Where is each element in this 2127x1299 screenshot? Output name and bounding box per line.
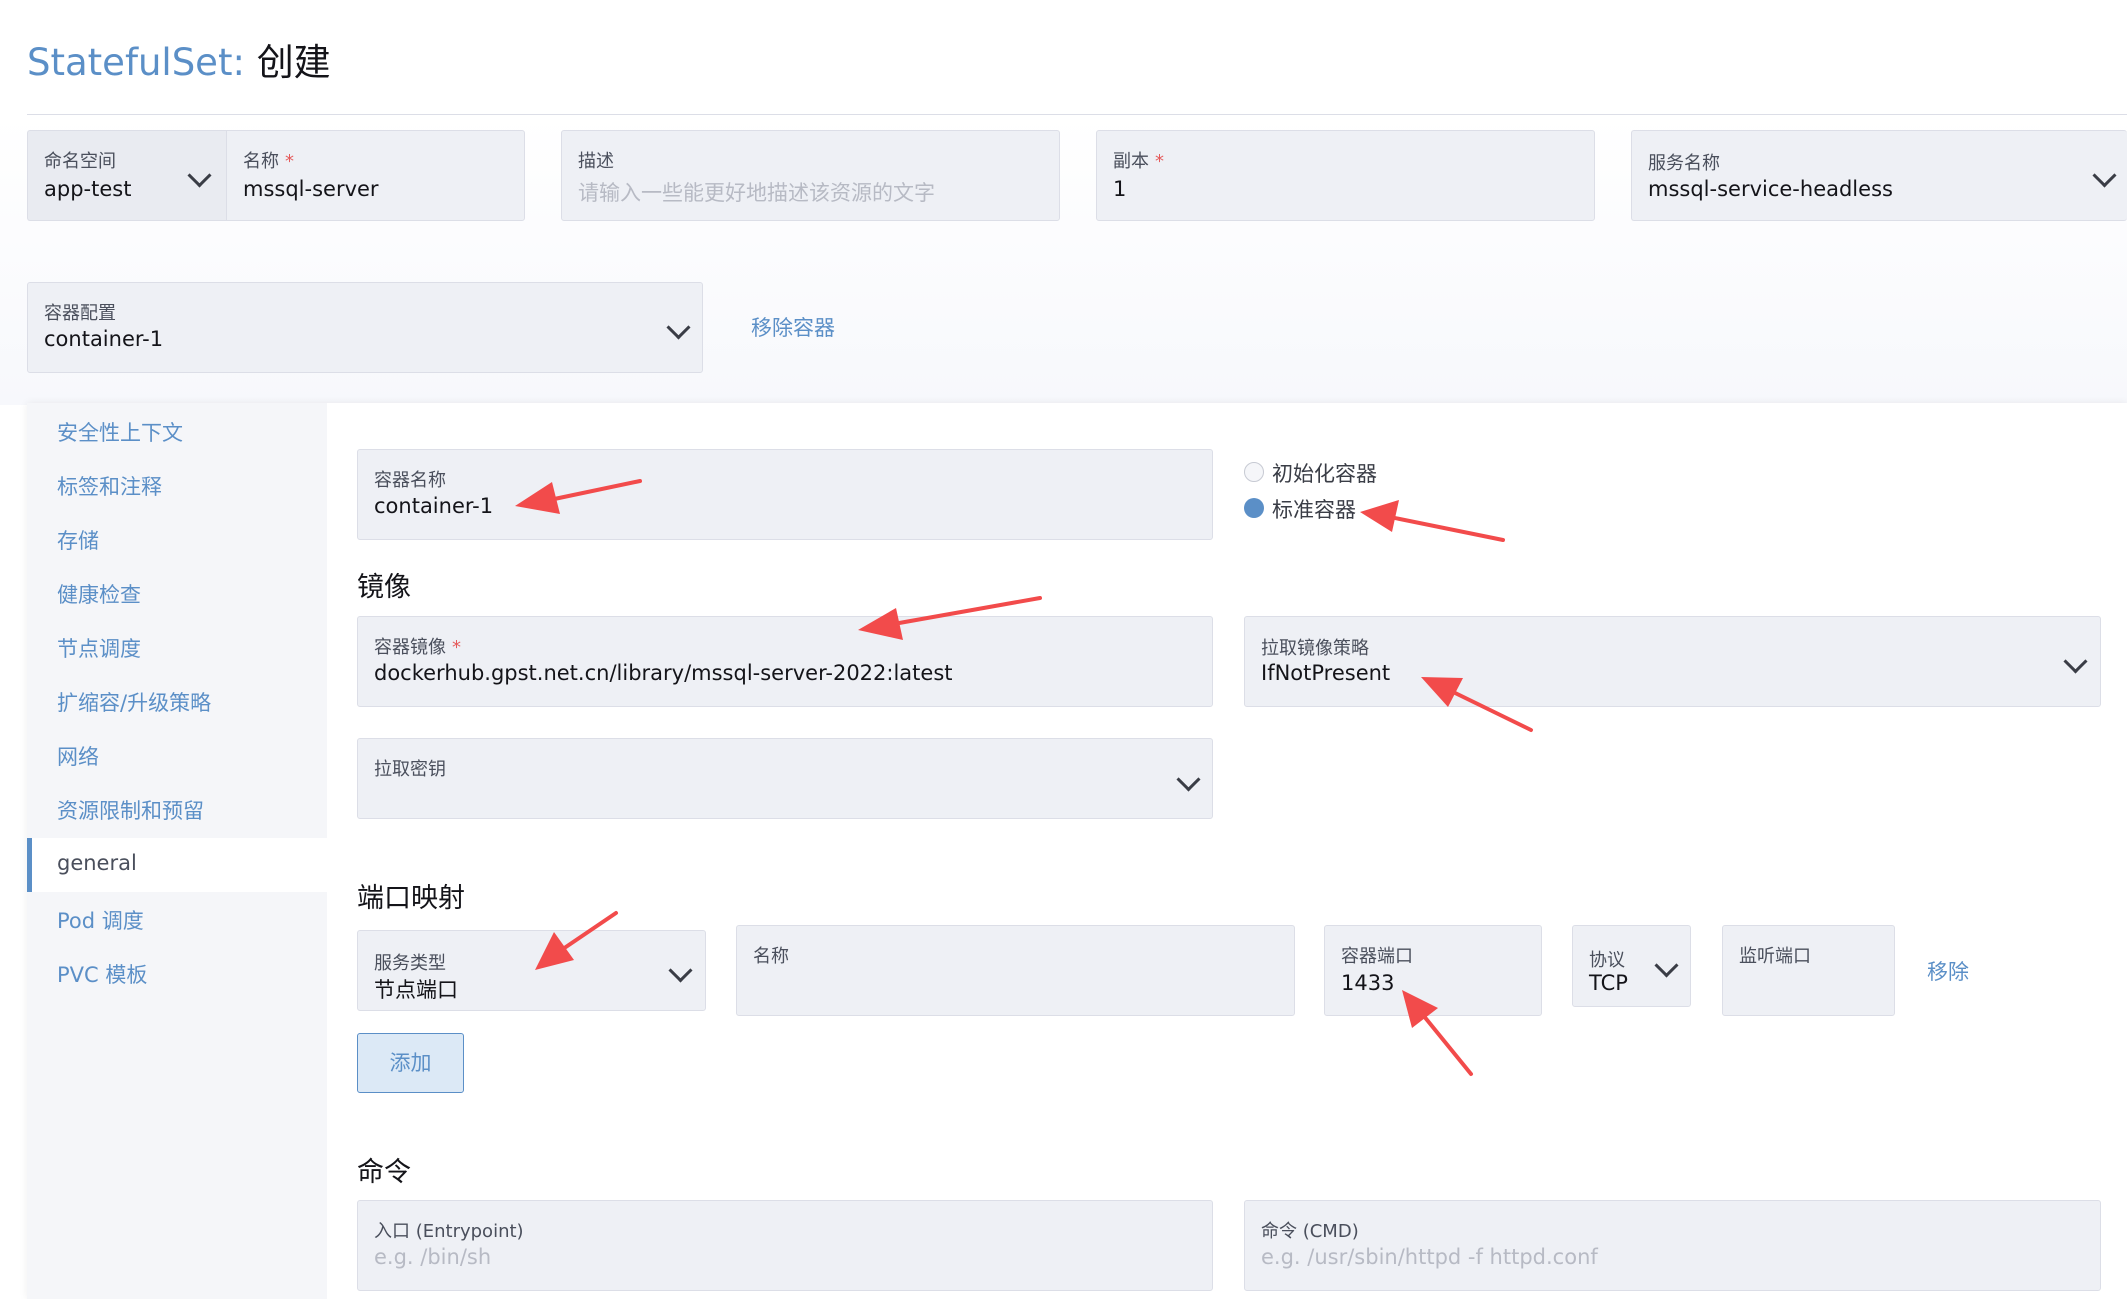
container-image-value: dockerhub.gpst.net.cn/library/mssql-serv… [374, 661, 953, 685]
port-name-label: 名称 [753, 946, 789, 967]
sidebar-item-storage[interactable]: 存储 [57, 525, 99, 555]
port-mapping-section-title: 端口映射 [357, 883, 465, 914]
chevron-down-icon [666, 315, 691, 340]
pull-secret-label: 拉取密钥 [374, 759, 446, 780]
container-name-field[interactable]: 容器名称 container-1 [357, 449, 1213, 540]
name-value: mssql-server [243, 177, 379, 201]
image-section-title: 镜像 [357, 572, 411, 603]
entrypoint-label: 入口 (Entrypoint) [374, 1221, 524, 1242]
sidebar-active-indicator [27, 838, 32, 892]
replicas-value: 1 [1113, 177, 1127, 201]
remove-port-link[interactable]: 移除 [1927, 956, 1969, 986]
container-port-field[interactable]: 容器端口 1433 [1324, 925, 1542, 1016]
sidebar-item-health-check[interactable]: 健康检查 [57, 579, 141, 609]
service-type-select[interactable]: 服务类型 节点端口 [357, 930, 706, 1011]
page-action: 创建 [256, 41, 331, 84]
namespace-value: app-test [44, 177, 132, 201]
sidebar-item-network[interactable]: 网络 [57, 741, 99, 771]
init-container-radio[interactable] [1244, 462, 1264, 482]
container-port-label: 容器端口 [1341, 946, 1413, 967]
remove-container-link[interactable]: 移除容器 [751, 312, 835, 342]
pull-policy-label: 拉取镜像策略 [1261, 638, 1369, 659]
cmd-field[interactable]: 命令 (CMD) e.g. /usr/sbin/httpd -f httpd.c… [1244, 1200, 2101, 1291]
port-name-field[interactable]: 名称 [736, 925, 1295, 1016]
service-name-value: mssql-service-headless [1648, 177, 1893, 201]
cmd-placeholder: e.g. /usr/sbin/httpd -f httpd.conf [1261, 1245, 1598, 1269]
sidebar-item-general[interactable]: general [57, 851, 137, 875]
container-port-value: 1433 [1341, 971, 1395, 995]
init-container-label[interactable]: 初始化容器 [1272, 458, 1377, 488]
service-name-label: 服务名称 [1648, 153, 1720, 174]
namespace-label: 命名空间 [44, 151, 116, 172]
description-field[interactable]: 描述 请输入一些能更好地描述该资源的文字 [561, 130, 1060, 221]
replicas-label: 副本 * [1113, 151, 1164, 172]
chevron-down-icon [1176, 767, 1201, 792]
description-placeholder: 请输入一些能更好地描述该资源的文字 [578, 181, 935, 205]
standard-container-radio[interactable] [1244, 498, 1264, 518]
command-section-title: 命令 [357, 1157, 411, 1188]
service-type-value: 节点端口 [374, 978, 458, 1002]
chevron-down-icon [668, 958, 693, 983]
service-type-label: 服务类型 [374, 953, 446, 974]
service-name-select[interactable]: 服务名称 mssql-service-headless [1631, 130, 2127, 221]
container-name-value: container-1 [374, 494, 494, 518]
container-image-label: 容器镜像 * [374, 637, 461, 658]
entrypoint-placeholder: e.g. /bin/sh [374, 1245, 492, 1269]
protocol-label: 协议 [1589, 950, 1625, 971]
cmd-label: 命令 (CMD) [1261, 1221, 1359, 1242]
name-label: 名称 * [243, 151, 294, 172]
pull-policy-select[interactable]: 拉取镜像策略 IfNotPresent [1244, 616, 2101, 707]
sidebar-item-labels-annotations[interactable]: 标签和注释 [57, 471, 162, 501]
add-port-button[interactable]: 添加 [357, 1033, 464, 1093]
sidebar-item-resource-limits[interactable]: 资源限制和预留 [57, 795, 204, 825]
description-label: 描述 [578, 151, 614, 172]
protocol-select[interactable]: 协议 TCP [1572, 925, 1691, 1007]
container-config-select[interactable]: 容器配置 container-1 [27, 282, 703, 373]
sidebar-item-scaling-upgrade[interactable]: 扩缩容/升级策略 [57, 687, 211, 717]
container-config-value: container-1 [44, 327, 164, 351]
sidebar-item-node-scheduling[interactable]: 节点调度 [57, 633, 141, 663]
chevron-down-icon [2092, 163, 2117, 188]
page-title: StatefulSet: 创建 [27, 38, 331, 88]
container-image-field[interactable]: 容器镜像 * dockerhub.gpst.net.cn/library/mssq… [357, 616, 1213, 707]
pull-policy-value: IfNotPresent [1261, 661, 1391, 685]
container-config-label: 容器配置 [44, 303, 116, 324]
name-field[interactable]: 名称 * mssql-server [226, 130, 525, 221]
namespace-select[interactable]: 命名空间 app-test [27, 130, 226, 221]
sidebar-item-security-context[interactable]: 安全性上下文 [57, 417, 183, 447]
listen-port-label: 监听端口 [1739, 946, 1811, 967]
chevron-down-icon [187, 163, 212, 188]
container-name-label: 容器名称 [374, 470, 446, 491]
standard-container-label[interactable]: 标准容器 [1272, 494, 1356, 524]
protocol-value: TCP [1589, 971, 1628, 995]
chevron-down-icon [2063, 649, 2088, 674]
sidebar-item-pod-scheduling[interactable]: Pod 调度 [57, 905, 144, 935]
resource-type: StatefulSet: [27, 41, 245, 84]
chevron-down-icon [1654, 953, 1679, 978]
listen-port-field[interactable]: 监听端口 [1722, 925, 1895, 1016]
sidebar-item-pvc-template[interactable]: PVC 模板 [57, 959, 147, 989]
entrypoint-field[interactable]: 入口 (Entrypoint) e.g. /bin/sh [357, 1200, 1213, 1291]
replicas-field[interactable]: 副本 * 1 [1096, 130, 1595, 221]
pull-secret-select[interactable]: 拉取密钥 [357, 738, 1213, 819]
